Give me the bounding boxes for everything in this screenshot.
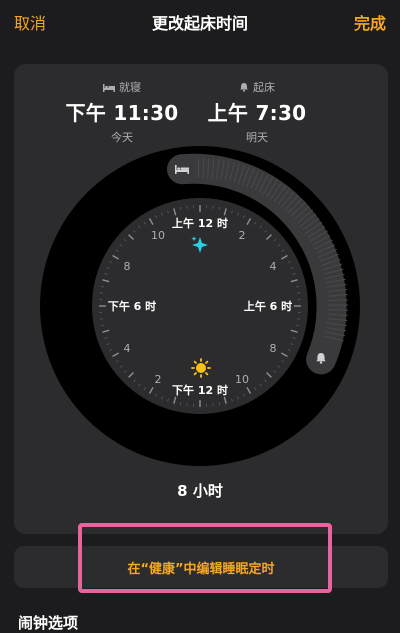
clock-number-2-pm: 2 (155, 373, 162, 386)
bedtime-handle[interactable] (169, 156, 195, 182)
bedtime-time: 下午 11:30 (62, 97, 182, 126)
clock-number-4-am: 4 (270, 260, 277, 273)
clock-number-4-pm: 4 (124, 342, 131, 355)
bedtime-day: 今天 (62, 129, 182, 145)
clock-label-left: 下午 6 时 (108, 299, 156, 313)
clock-number-8-pm: 8 (124, 260, 131, 273)
navigation-bar: 取消 更改起床时间 完成 (0, 0, 400, 40)
clock-number-2-am: 2 (239, 229, 246, 242)
clock-label-top: 上午 12 时 (172, 216, 228, 230)
clock-number-8-am: 8 (270, 342, 277, 355)
page-title: 更改起床时间 (0, 10, 400, 34)
bell-icon (239, 82, 249, 92)
wakeup-label: 起床 (253, 79, 275, 95)
bedtime-label: 就寝 (119, 79, 141, 95)
bedtime-block: 就寝 下午 11:30 今天 (62, 79, 182, 145)
wakeup-time: 上午 7:30 (197, 97, 317, 126)
sun-icon (192, 359, 210, 377)
clock-label-right: 上午 6 时 (244, 299, 292, 313)
clock-label-bottom: 下午 12 时 (172, 383, 228, 397)
done-button[interactable]: 完成 (354, 10, 386, 34)
bed-icon (103, 83, 115, 92)
wakeup-day: 明天 (197, 129, 317, 145)
alarm-options-heading: 闹钟选项 (18, 612, 78, 633)
wakeup-handle[interactable] (308, 346, 334, 372)
sleep-duration: 8 小时 (0, 480, 400, 501)
arc-ridge (328, 310, 348, 311)
clock-number-10-am: 10 (235, 373, 249, 386)
clock-number-10-pm: 10 (151, 229, 165, 242)
highlight-box (78, 523, 332, 593)
wakeup-block: 起床 上午 7:30 明天 (197, 79, 317, 145)
